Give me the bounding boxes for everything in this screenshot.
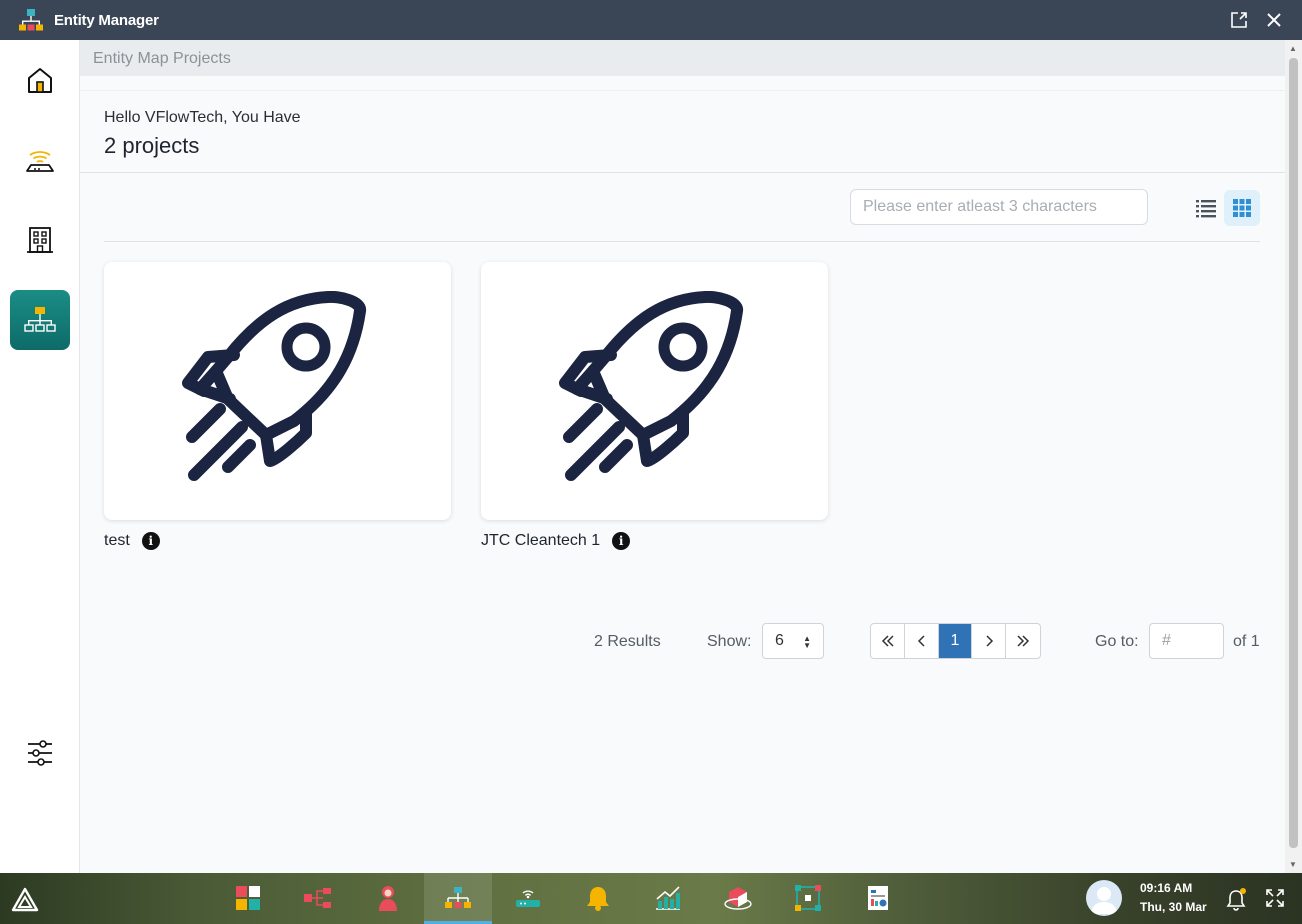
taskbar-3d-icon[interactable] xyxy=(723,883,753,913)
close-icon xyxy=(1267,13,1281,27)
entity-map-icon xyxy=(24,307,56,332)
grid-view-icon xyxy=(1233,199,1251,217)
building-icon xyxy=(27,227,53,253)
person-icon xyxy=(379,886,397,911)
cube-icon xyxy=(724,887,752,910)
sidebar-item-home[interactable] xyxy=(10,50,70,110)
user-avatar-icon xyxy=(1091,887,1117,914)
list-view-button[interactable] xyxy=(1188,190,1224,226)
home-icon xyxy=(28,68,52,93)
sidebar xyxy=(0,40,80,873)
scrollbar-thumb[interactable] xyxy=(1289,58,1298,848)
chevron-right-icon xyxy=(985,635,993,647)
greeting-panel: Hello VFlowTech, You Have 2 projects xyxy=(80,90,1285,173)
project-card[interactable] xyxy=(104,262,451,520)
report-icon xyxy=(868,886,888,910)
taskbar: 09:16 AM Thu, 30 Mar xyxy=(0,873,1302,924)
sidebar-item-entity-map[interactable] xyxy=(10,290,70,350)
page-button-current[interactable]: 1 xyxy=(939,624,972,658)
double-chevron-left-icon xyxy=(881,635,894,647)
fullscreen-icon[interactable] xyxy=(1264,887,1286,909)
results-count: 2 Results xyxy=(594,633,661,650)
scroll-down-icon[interactable]: ▼ xyxy=(1289,860,1297,869)
popout-button[interactable] xyxy=(1228,9,1250,31)
next-page-button[interactable] xyxy=(972,624,1006,658)
greeting-text: Hello VFlowTech, You Have xyxy=(104,109,301,126)
gateway-icon xyxy=(516,890,540,907)
grid-view-button[interactable] xyxy=(1224,190,1260,226)
dashboard-icon xyxy=(236,886,260,910)
project-card-label: JTC Cleantech 1 i xyxy=(481,532,631,550)
taskbar-report-icon[interactable] xyxy=(863,883,893,913)
goto-label: Go to: xyxy=(1095,633,1139,650)
taskbar-entity-manager-icon[interactable] xyxy=(443,883,473,913)
info-icon[interactable]: i xyxy=(141,532,160,550)
router-icon xyxy=(26,151,54,172)
taskbar-flow-icon[interactable] xyxy=(303,883,333,913)
project-card[interactable] xyxy=(481,262,828,520)
search-input[interactable] xyxy=(850,189,1148,225)
rocket-icon xyxy=(558,291,743,481)
show-label: Show: xyxy=(707,633,752,650)
chart-icon xyxy=(656,886,680,910)
network-grid-icon xyxy=(795,885,821,911)
project-card-label: test i xyxy=(104,532,160,550)
project-count: 2 projects xyxy=(104,133,200,158)
entity-map-icon xyxy=(445,887,471,908)
total-pages-label: of 1 xyxy=(1233,633,1260,650)
taskbar-network-icon[interactable] xyxy=(793,883,823,913)
breadcrumb: Entity Map Projects xyxy=(80,40,1285,76)
prev-page-button[interactable] xyxy=(905,624,939,658)
main-content: Entity Map Projects Hello VFlowTech, You… xyxy=(80,40,1285,873)
sidebar-item-sites[interactable] xyxy=(10,210,70,270)
page-size-select[interactable]: 6 ▲ ▼ xyxy=(762,623,824,659)
info-icon[interactable]: i xyxy=(612,532,631,550)
sidebar-item-devices[interactable] xyxy=(10,130,70,190)
project-name: JTC Cleantech 1 xyxy=(481,532,601,549)
pagination-controls: 1 xyxy=(870,623,1041,659)
select-arrows-icon: ▲ ▼ xyxy=(803,634,811,650)
bell-icon xyxy=(587,887,609,911)
chevron-left-icon xyxy=(917,635,925,647)
scroll-up-icon[interactable]: ▲ xyxy=(1289,44,1297,53)
taskbar-gateway-icon[interactable] xyxy=(513,883,543,913)
notification-bell-icon[interactable] xyxy=(1224,887,1248,911)
last-page-button[interactable] xyxy=(1006,624,1040,658)
popout-icon xyxy=(1231,12,1247,28)
rocket-icon xyxy=(181,291,366,481)
vertical-scrollbar[interactable]: ▲ ▼ xyxy=(1285,40,1302,873)
taskbar-alerts-icon[interactable] xyxy=(583,883,613,913)
taskbar-analytics-icon[interactable] xyxy=(653,883,683,913)
first-page-button[interactable] xyxy=(871,624,905,658)
taskbar-dashboard-icon[interactable] xyxy=(233,883,263,913)
toolbar-divider xyxy=(104,241,1260,242)
project-name: test xyxy=(104,532,130,549)
window-title: Entity Manager xyxy=(54,11,159,29)
goto-page-input[interactable] xyxy=(1149,623,1224,659)
title-bar: Entity Manager xyxy=(0,0,1302,40)
close-button[interactable] xyxy=(1263,9,1285,31)
clock-time: 09:16 AM xyxy=(1140,881,1193,895)
page-size-value: 6 xyxy=(775,632,784,649)
list-view-icon xyxy=(1196,200,1216,218)
settings-sliders-icon xyxy=(28,740,52,766)
double-chevron-right-icon xyxy=(1017,635,1030,647)
sidebar-item-settings[interactable] xyxy=(10,723,70,783)
taskbar-user-icon[interactable] xyxy=(373,883,403,913)
entity-map-app-icon xyxy=(19,9,43,31)
flow-icon xyxy=(304,888,331,908)
avatar[interactable] xyxy=(1086,880,1122,916)
start-logo-icon[interactable] xyxy=(10,885,40,915)
clock-date: Thu, 30 Mar xyxy=(1140,900,1207,914)
